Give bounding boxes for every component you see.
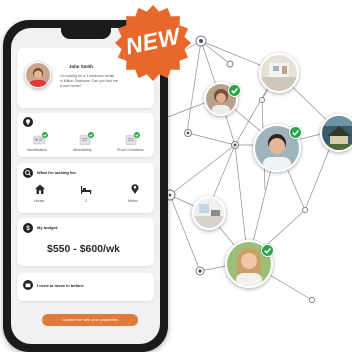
verified-check-icon (88, 132, 94, 138)
network-node-dot (233, 143, 237, 147)
dollar-icon: $ (23, 223, 33, 233)
interior-photo-node (192, 196, 226, 230)
calendar-icon (23, 280, 33, 290)
network-node-dot (198, 269, 202, 273)
verified-check-icon (261, 244, 274, 257)
looking-for-label: Milton (128, 199, 138, 203)
verification-label: Affordability (73, 148, 92, 152)
looking-for-card: What I'm looking for: House 3 Milton (17, 163, 154, 213)
profile-message-line: I'm looking for a 3-bedroom house (60, 74, 115, 78)
house-photo-node (259, 53, 299, 93)
profile-message-line: a new home? (60, 84, 82, 88)
house-icon (34, 183, 46, 195)
verification-card: Identification Affordability Proof of Ad… (17, 113, 154, 157)
section-title: I need to move in before: (37, 283, 85, 288)
network-link (169, 144, 236, 196)
budget-card: $ My budget: $550 - $600/wk (17, 218, 154, 266)
network-node-dot (199, 39, 203, 43)
section-title: My budget: (37, 225, 59, 230)
profile-name: John Smith (69, 64, 93, 69)
network-node (302, 207, 308, 213)
verification-label: Proof of Address (117, 148, 144, 152)
network-node (259, 97, 265, 103)
verification-label: Identification (27, 148, 48, 152)
verified-check-icon (228, 84, 241, 97)
svg-text:$: $ (26, 225, 30, 232)
map-pin-icon (129, 183, 141, 195)
bed-icon (80, 183, 92, 195)
move-in-card: I need to move in before: (17, 273, 154, 301)
lightbulb-icon (23, 117, 33, 127)
looking-for-label: 3 (85, 199, 87, 203)
section-title: What I'm looking for: (37, 170, 77, 175)
verified-check-icon (134, 132, 140, 138)
search-icon (23, 168, 33, 178)
network-node (309, 297, 315, 303)
phone-notch (61, 28, 111, 39)
house-photo-node (320, 114, 352, 152)
network-node-dot (168, 193, 172, 197)
network-node (226, 60, 234, 68)
verified-check-icon (42, 132, 48, 138)
avatar (25, 62, 51, 88)
budget-value: $550 - $600/wk (47, 243, 120, 255)
looking-for-label: House (34, 199, 45, 203)
verified-check-icon (289, 126, 302, 139)
network-link (200, 40, 231, 65)
contact-cta-button[interactable]: Contact me with your properties (42, 314, 138, 326)
network-node-dot (186, 131, 190, 135)
network-link (187, 132, 236, 146)
profile-message-line: in Milton, Brisbane. Can you find me (60, 79, 118, 83)
